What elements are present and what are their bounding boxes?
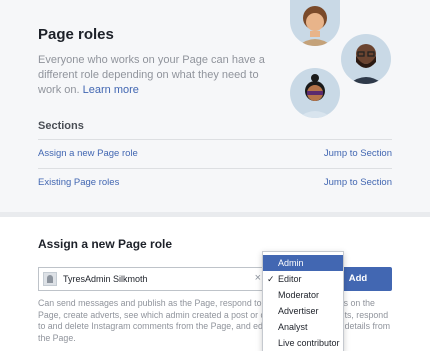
role-option-label: Editor (278, 274, 302, 284)
role-option-label: Analyst (278, 322, 308, 332)
section-row-assign: Assign a new Page role Jump to Section (38, 148, 392, 164)
person-name-field[interactable]: TyresAdmin Silkmoth × (38, 267, 266, 291)
role-option-label: Advertiser (278, 306, 319, 316)
person-name-value: TyresAdmin Silkmoth (63, 274, 148, 284)
clear-icon[interactable]: × (255, 272, 261, 284)
section-link-assign[interactable]: Assign a new Page role (38, 148, 138, 159)
page-roles-description: Everyone who works on your Page can have… (38, 53, 268, 98)
role-option-editor[interactable]: ✓ Editor (263, 271, 343, 287)
role-option-label: Live contributor (278, 338, 340, 348)
checkmark-icon: ✓ (267, 274, 275, 284)
role-option-label: Admin (278, 258, 304, 268)
role-dropdown-menu[interactable]: Admin ✓ Editor Moderator Advertiser Anal… (262, 251, 344, 351)
section-row-existing: Existing Page roles Jump to Section (38, 177, 392, 193)
jump-to-section-link[interactable]: Jump to Section (324, 177, 392, 188)
role-option-live-contributor[interactable]: Live contributor (263, 335, 343, 351)
avatar-illustration-person (290, 68, 340, 118)
role-option-analyst[interactable]: Analyst (263, 319, 343, 335)
divider (38, 139, 392, 140)
profile-picture-icon (43, 272, 57, 286)
avatar-illustration-man (341, 34, 391, 84)
description-text: Everyone who works on your Page can have… (38, 54, 265, 96)
role-option-moderator[interactable]: Moderator (263, 287, 343, 303)
role-option-admin[interactable]: Admin (263, 255, 343, 271)
section-link-existing[interactable]: Existing Page roles (38, 177, 119, 188)
role-option-advertiser[interactable]: Advertiser (263, 303, 343, 319)
jump-to-section-link[interactable]: Jump to Section (324, 148, 392, 159)
divider (38, 168, 392, 169)
sections-heading: Sections (38, 120, 84, 132)
page-title: Page roles (38, 26, 114, 43)
assign-role-heading: Assign a new Page role (38, 237, 173, 251)
avatar-illustration-woman (290, 0, 340, 46)
role-option-label: Moderator (278, 290, 320, 300)
page-roles-card: Page roles Everyone who works on your Pa… (0, 0, 430, 212)
learn-more-link[interactable]: Learn more (83, 84, 139, 96)
